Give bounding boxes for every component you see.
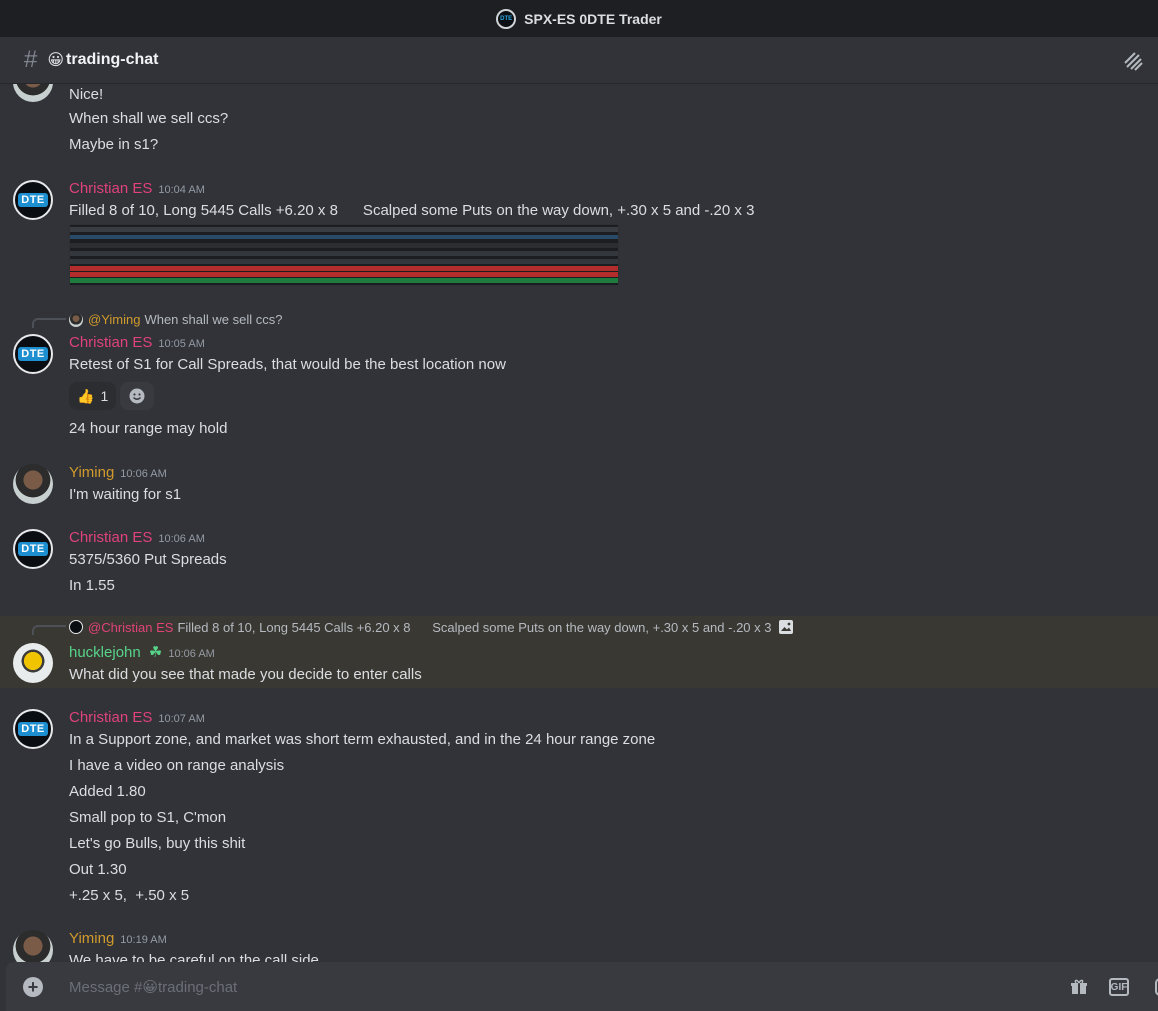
author-name[interactable]: Christian ES [69,709,152,726]
reaction-thumbs-up[interactable]: 👍 1 [69,382,117,410]
reply-avatar [69,312,83,327]
avatar[interactable]: DTE [13,334,53,374]
message-text: Small pop to S1, C'mon [69,809,227,826]
author-name[interactable]: Yiming [69,930,114,947]
message-text: +.25 x 5, +.50 x 5 [69,887,190,904]
reply-text: Filled 8 of 10, Long 5445 Calls +6.20 x … [177,619,772,635]
avatar-logo-text: DTE [18,722,48,736]
message-header: Christian ES 10:07 AM [69,709,205,726]
timestamp: 10:19 AM [120,934,167,946]
reaction-count: 1 [100,388,109,404]
message-text: In a Support zone, and market was short … [69,731,656,748]
window-titlebar: DTE SPX-ES 0DTE Trader [0,0,1158,37]
reply-spine [32,625,66,635]
server-icon: DTE [496,8,517,29]
channel-name: trading-chat [66,51,159,68]
placeholder-prefix: Message # [69,978,143,996]
message-text: Out 1.30 [69,861,127,878]
reactions: 👍 1 [69,382,155,410]
window-title: SPX-ES 0DTE Trader [524,10,662,27]
reply-avatar [69,620,83,634]
message-composer: + Message #😀trading-chat GIF [6,962,1158,1011]
message-header: Yiming 10:06 AM [69,464,167,481]
timestamp: 10:04 AM [158,184,205,196]
author-name[interactable]: Christian ES [69,334,152,351]
message-text: We have to be careful on the call side [69,952,319,962]
message-text: Maybe in s1? [69,136,159,153]
smiley-add-icon [129,388,145,404]
channel-emoji: 😀 [47,52,65,69]
thumbs-up-icon: 👍 [77,387,95,404]
attach-plus-button[interactable]: + [23,976,43,997]
reply-preview[interactable]: @Yiming When shall we sell ccs? [69,312,282,327]
message-list: Nice! When shall we sell ccs? Maybe in s… [0,84,1158,962]
message-text: 24 hour range may hold [69,420,228,437]
timestamp: 10:06 AM [158,533,205,545]
channel-header: # 😀 trading-chat [0,37,1158,84]
author-name[interactable]: hucklejohn [69,644,141,661]
message-text: Filled 8 of 10, Long 5445 Calls +6.20 x … [69,202,755,219]
message-header: Christian ES 10:05 AM [69,334,205,351]
add-reaction-button[interactable] [120,382,155,410]
message-text: In 1.55 [69,577,115,594]
reply-text: When shall we sell ccs? [144,312,283,327]
message-text: 5375/5360 Put Spreads [69,551,227,568]
avatar[interactable]: DTE [13,180,53,220]
image-icon [778,620,793,634]
reply-preview[interactable]: @Christian ES Filled 8 of 10, Long 5445 … [69,619,794,635]
reply-mention[interactable]: @Christian ES [88,620,173,635]
message-text: Nice! [69,86,104,103]
message-text: Let's go Bulls, buy this shit [69,835,246,852]
message-header: Yiming 10:19 AM [69,930,167,947]
threads-icon[interactable] [1122,50,1144,72]
message-header: Christian ES 10:06 AM [69,529,205,546]
message-input[interactable]: Message #😀trading-chat [69,978,237,996]
author-name[interactable]: Yiming [69,464,114,481]
gif-label: GIF [1110,981,1128,993]
message-text: When shall we sell ccs? [69,110,229,127]
avatar[interactable] [13,84,53,102]
message-text: Retest of S1 for Call Spreads, that woul… [69,356,506,373]
author-name[interactable]: Christian ES [69,529,152,546]
placeholder-channel: trading-chat [158,978,238,996]
message-text: I'm waiting for s1 [69,486,182,503]
avatar[interactable] [13,464,53,504]
author-name[interactable]: Christian ES [69,180,152,197]
timestamp: 10:07 AM [158,713,205,725]
timestamp: 10:05 AM [158,338,205,350]
message-text: What did you see that made you decide to… [69,666,422,683]
clover-badge-icon: ☘ [148,644,163,661]
avatar[interactable] [13,930,53,962]
reply-spine [32,318,66,328]
message-header: hucklejohn ☘ 10:06 AM [69,643,215,661]
gif-button[interactable]: GIF [1109,978,1129,996]
attachment-image[interactable] [69,224,619,286]
sticker-icon[interactable] [1152,978,1158,996]
gift-icon[interactable] [1070,978,1088,996]
reply-mention[interactable]: @Yiming [88,312,140,327]
avatar-logo-text: DTE [18,193,48,207]
placeholder-emoji: 😀 [142,978,159,996]
message-header: Christian ES 10:04 AM [69,180,205,197]
timestamp: 10:06 AM [120,468,167,480]
avatar[interactable]: DTE [13,529,53,569]
avatar[interactable]: DTE [13,709,53,749]
avatar-logo-text: DTE [18,347,48,361]
message-text: Added 1.80 [69,783,146,800]
avatar[interactable] [13,643,53,683]
message-text: I have a video on range analysis [69,757,285,774]
avatar-logo-text: DTE [18,542,48,556]
channel-hash-icon: # [24,46,38,73]
timestamp: 10:06 AM [168,648,215,660]
server-icon-text: DTE [500,15,513,22]
